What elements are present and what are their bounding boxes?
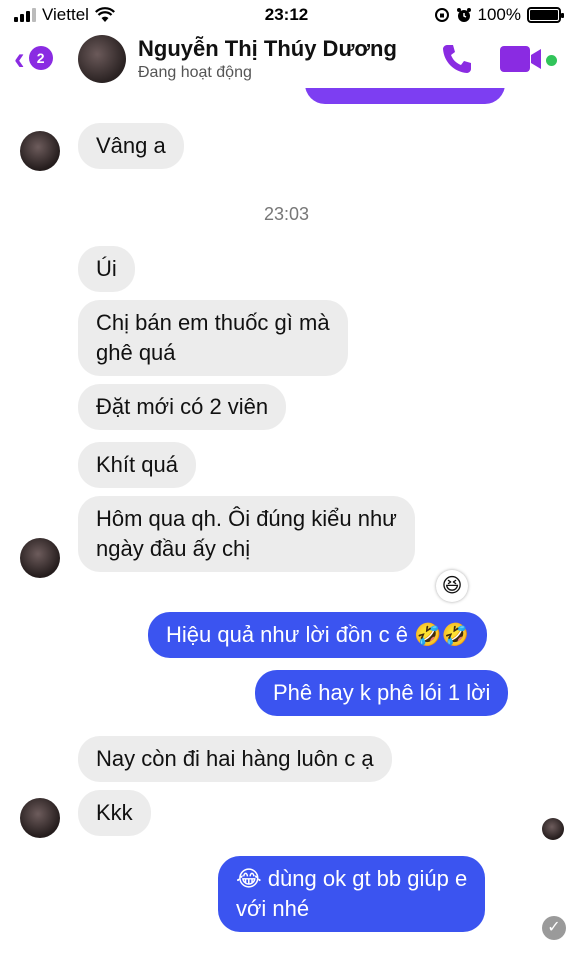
message-text: Hôm qua qh. Ôi đúng kiểu như [96,506,397,531]
rotation-lock-icon [434,8,449,22]
incoming-message[interactable]: Đặt mới có 2 viên [78,384,287,430]
battery-percent: 100% [477,5,521,24]
message-text: với nhé [236,896,310,921]
phone-call-icon[interactable] [440,42,474,76]
message-text: Khít quá [96,452,178,477]
message-text: Úi [96,256,117,281]
conversation-header: ‹ 2 Nguyễn Thị Thúy Dương Đang hoạt động [0,30,573,88]
incoming-message[interactable]: Kkk [78,790,151,836]
back-button[interactable]: ‹ 2 [14,40,53,76]
contact-avatar-small[interactable] [20,798,60,838]
incoming-message[interactable]: Úi [78,246,135,292]
message-text: 😂 dùng ok gt bb giúp e [236,866,468,891]
message-text: Chị bán em thuốc gì mà [96,310,330,335]
video-call-icon[interactable] [500,46,544,72]
chevron-left-icon: ‹ [14,40,25,76]
message-text: Đặt mới có 2 viên [96,394,269,419]
battery-icon [527,7,564,23]
contact-avatar[interactable] [78,35,126,83]
incoming-message[interactable]: Khít quá [78,442,196,488]
alarm-icon [456,8,471,22]
delivered-check-icon: ✓ [542,916,566,940]
online-status-dot [546,55,557,66]
message-timestamp: 23:03 [263,204,310,224]
unread-badge: 2 [28,46,53,70]
incoming-message[interactable]: Vâng a [78,123,184,169]
outgoing-message[interactable]: 😂 dùng ok gt bb giúp e với nhé [218,856,486,932]
message-text: ngày đầu ấy chị [96,536,251,561]
message-text: Vâng a [96,133,166,158]
reaction-laughing-icon[interactable]: 😆 [436,570,468,602]
message-text: Phê hay k phê lói 1 lời [273,680,491,705]
message-list[interactable]: Vâng a 23:03 Úi Chị bán em thuốc gì mà g… [0,88,573,960]
seen-indicator-avatar [542,818,564,840]
outgoing-message[interactable]: Phê hay k phê lói 1 lời [255,670,509,716]
incoming-message[interactable]: Hôm qua qh. Ôi đúng kiểu như ngày đầu ấy… [78,496,415,572]
message-text: Nay còn đi hai hàng luôn c ạ [96,746,374,771]
contact-status: Đang hoạt động [138,64,252,81]
contact-avatar-small[interactable] [20,538,60,578]
message-text: Kkk [96,800,133,825]
status-bar: Viettel 23:12 100% [0,0,573,30]
status-right: 100% [434,5,564,25]
outgoing-message[interactable]: Hiệu quả như lời đồn c ê 🤣🤣 [148,612,487,658]
contact-avatar-small[interactable] [20,131,60,171]
contact-name[interactable]: Nguyễn Thị Thúy Dương [138,36,397,62]
incoming-message[interactable]: Chị bán em thuốc gì mà ghê quá [78,300,348,376]
message-text: ghê quá [96,340,176,365]
incoming-message[interactable]: Nay còn đi hai hàng luôn c ạ [78,736,392,782]
previous-outgoing-message[interactable] [305,88,505,104]
message-text: Hiệu quả như lời đồn c ê 🤣🤣 [166,622,469,647]
